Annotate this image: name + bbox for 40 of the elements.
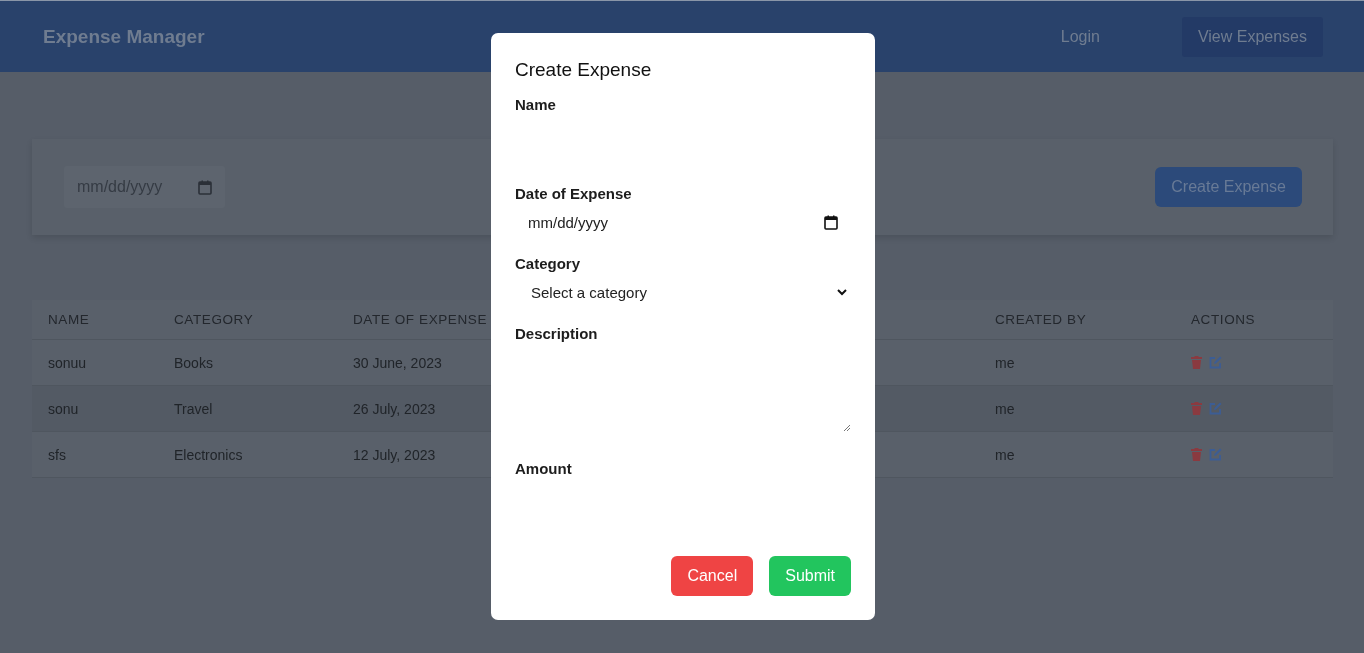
field-label: Description bbox=[515, 325, 599, 342]
table-cell: me bbox=[995, 400, 1015, 417]
create-expense-button[interactable]: Create Expense bbox=[1155, 167, 1302, 207]
dialog-title: Create Expense bbox=[515, 59, 653, 81]
table-cell: sonu bbox=[48, 400, 79, 417]
view-expenses-button[interactable]: View Expenses bbox=[1181, 16, 1323, 57]
brand-title: Expense Manager bbox=[43, 25, 206, 48]
date-field[interactable]: mm/dd/yyyy bbox=[515, 211, 851, 233]
table-cell: 30 June, 2023 bbox=[353, 354, 442, 371]
calendar-icon[interactable] bbox=[824, 214, 838, 230]
trash-icon[interactable] bbox=[1191, 356, 1202, 369]
edit-icon[interactable] bbox=[1209, 356, 1222, 369]
edit-icon[interactable] bbox=[1209, 448, 1222, 461]
table-cell: sonuu bbox=[48, 354, 87, 371]
field-label: Amount bbox=[515, 460, 573, 477]
table-cell: me bbox=[995, 354, 1015, 371]
cancel-button[interactable]: Cancel bbox=[671, 556, 754, 596]
column-header: DATE OF EXPENSE bbox=[353, 312, 488, 327]
chevron-down-icon bbox=[837, 288, 847, 296]
table-cell: Travel bbox=[174, 400, 213, 417]
table-cell: 26 July, 2023 bbox=[353, 400, 436, 417]
login-link[interactable]: Login bbox=[1060, 27, 1100, 46]
column-header: CATEGORY bbox=[174, 312, 254, 327]
table-cell: 12 July, 2023 bbox=[353, 446, 436, 463]
column-header: NAME bbox=[48, 312, 90, 327]
field-label: Category bbox=[515, 255, 582, 272]
field-label: Date of Expense bbox=[515, 185, 633, 202]
table-cell: Books bbox=[174, 354, 213, 371]
trash-icon[interactable] bbox=[1191, 402, 1202, 415]
table-cell: me bbox=[995, 446, 1015, 463]
column-header: CREATED BY bbox=[995, 312, 1087, 327]
category-select[interactable]: Select a category bbox=[515, 281, 851, 303]
submit-button[interactable]: Submit bbox=[769, 556, 851, 596]
trash-icon[interactable] bbox=[1191, 448, 1202, 461]
edit-icon[interactable] bbox=[1209, 402, 1222, 415]
table-cell: sfs bbox=[48, 446, 66, 463]
resize-handle-icon[interactable] bbox=[843, 424, 851, 432]
field-label: Name bbox=[515, 96, 557, 113]
column-header: ACTIONS bbox=[1191, 312, 1256, 327]
table-cell: Electronics bbox=[174, 446, 243, 463]
